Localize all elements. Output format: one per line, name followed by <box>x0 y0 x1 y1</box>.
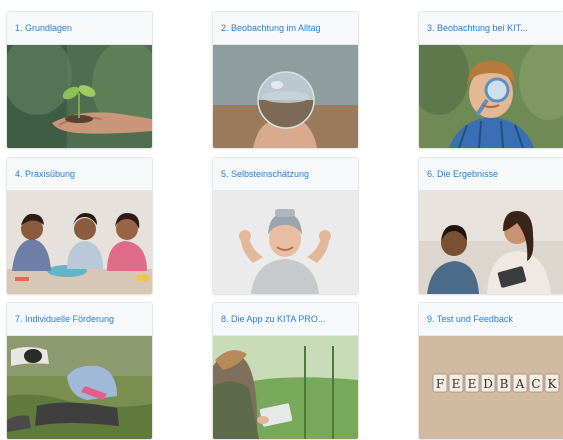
module-card-4[interactable]: 4. Praxisübung <box>6 157 153 295</box>
module-title[interactable]: 2. Beobachtung im Alltag <box>213 12 358 45</box>
module-card-8[interactable]: 8. Die App zu KITA PRO... <box>212 302 359 440</box>
child-with-magnifier-photo <box>419 45 563 148</box>
module-card-3[interactable]: 3. Beobachtung bei KIT... <box>418 11 563 149</box>
module-title[interactable]: 3. Beobachtung bei KIT... <box>419 12 563 45</box>
sprout-in-hand-photo <box>7 45 152 148</box>
svg-text:A: A <box>515 377 525 391</box>
svg-text:C: C <box>531 377 540 391</box>
module-card-9[interactable]: 9. Test und Feedback F E E D B A C K <box>418 302 563 440</box>
svg-text:D: D <box>483 377 493 391</box>
mother-and-child-tablet-photo <box>419 191 563 294</box>
module-title[interactable]: 1. Grundlagen <box>7 12 152 45</box>
children-crafting-photo <box>7 191 152 294</box>
glass-ball-lens-photo <box>213 45 358 148</box>
module-title[interactable]: 7. Individuelle Förderung <box>7 303 152 336</box>
module-card-2[interactable]: 2. Beobachtung im Alltag <box>212 11 359 149</box>
svg-text:B: B <box>500 377 509 391</box>
module-title[interactable]: 5. Selbsteinschätzung <box>213 158 358 191</box>
svg-text:E: E <box>452 377 461 391</box>
svg-text:E: E <box>468 377 477 391</box>
svg-text:F: F <box>436 377 444 391</box>
module-title[interactable]: 6. Die Ergebnisse <box>419 158 563 191</box>
module-card-5[interactable]: 5. Selbsteinschätzung <box>212 157 359 295</box>
children-in-grass-photo <box>7 336 152 439</box>
module-title[interactable]: 8. Die App zu KITA PRO... <box>213 303 358 336</box>
module-title[interactable]: 9. Test und Feedback <box>419 303 563 336</box>
module-card-1[interactable]: 1. Grundlagen <box>6 11 153 149</box>
feedback-letters-photo: F E E D B A C K <box>419 336 563 439</box>
svg-text:K: K <box>548 377 558 391</box>
module-card-6[interactable]: 6. Die Ergebnisse <box>418 157 563 295</box>
module-title[interactable]: 4. Praxisübung <box>7 158 152 191</box>
woman-with-tablet-meadow-photo <box>213 336 358 439</box>
module-card-7[interactable]: 7. Individuelle Förderung <box>6 302 153 440</box>
boy-flexing-photo <box>213 191 358 294</box>
module-grid: 1. Grundlagen 2. Beobachtung im Alltag 3… <box>0 0 563 440</box>
